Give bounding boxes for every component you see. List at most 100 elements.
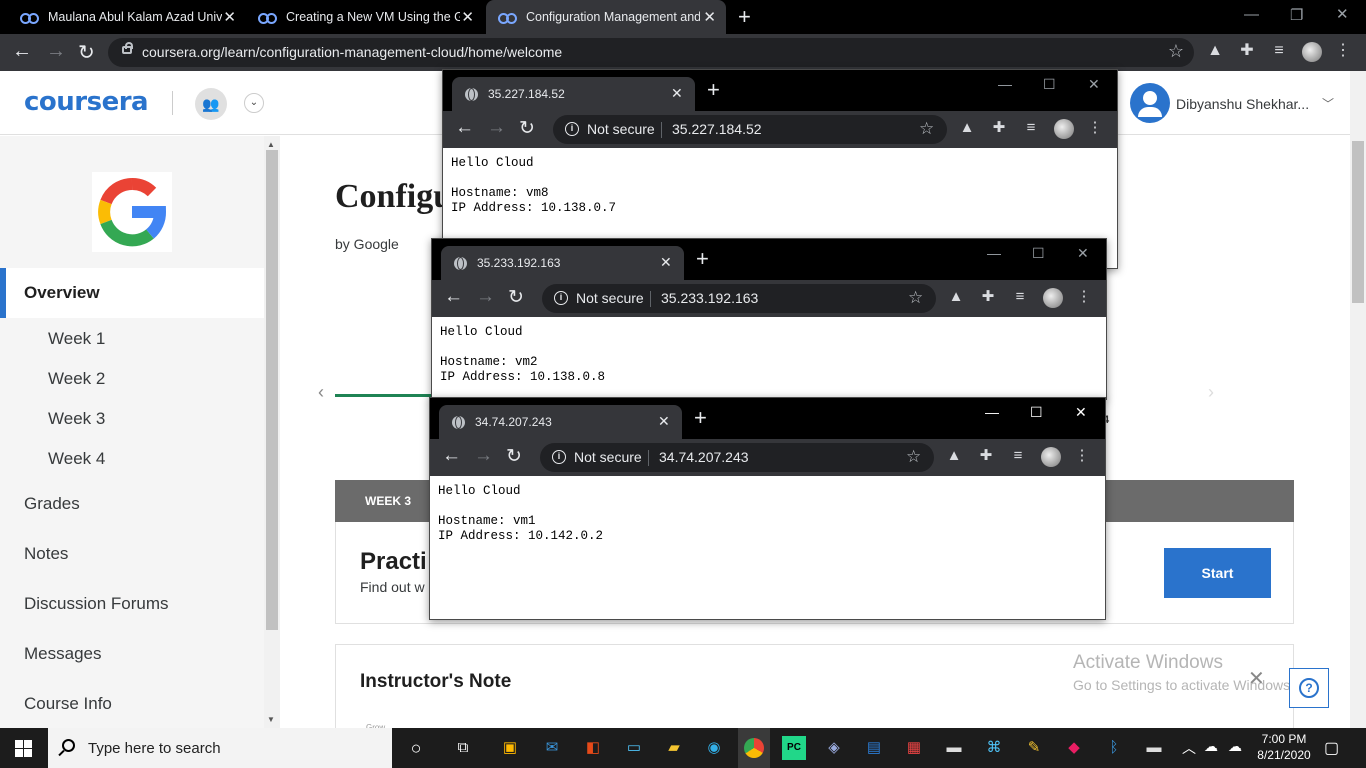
extensions-puzzle-icon[interactable]: ✚: [979, 288, 997, 306]
notifications-icon[interactable]: ▢: [1324, 738, 1339, 758]
media-queue-icon[interactable]: ≡: [1022, 119, 1040, 137]
menu-kebab-icon[interactable]: ⋮: [1075, 288, 1093, 306]
new-tab-button[interactable]: +: [707, 79, 720, 101]
minimize-window-icon[interactable]: —: [998, 76, 1012, 92]
menu-kebab-icon[interactable]: ⋮: [1073, 447, 1091, 465]
terminal-icon[interactable]: ▬: [942, 736, 966, 760]
bookmark-star-icon[interactable]: ☆: [906, 447, 921, 467]
profile-avatar[interactable]: [1041, 447, 1061, 467]
profile-avatar[interactable]: [1302, 42, 1322, 62]
new-tab-button[interactable]: +: [738, 4, 751, 30]
close-icon[interactable]: ✕: [1248, 666, 1265, 691]
minimize-window-icon[interactable]: —: [985, 404, 999, 420]
sidebar-scrollbar[interactable]: [264, 136, 280, 728]
reload-icon[interactable]: ↻: [519, 117, 535, 140]
browser-tab[interactable]: Maulana Abul Kalam Azad Univer ✕: [8, 0, 246, 34]
popup-window-vm2[interactable]: 35.233.192.163 ✕ + — ☐ ✕ ← → ↻ i Not sec…: [431, 238, 1107, 400]
extensions-puzzle-icon[interactable]: ✚: [1238, 42, 1256, 60]
scrollbar-thumb[interactable]: [1352, 141, 1364, 303]
reload-icon[interactable]: ↻: [78, 40, 95, 65]
sidebar-item-week-3[interactable]: Week 3: [48, 409, 105, 429]
sidebar-item-week-2[interactable]: Week 2: [48, 369, 105, 389]
sidebar-item-discussion-forums[interactable]: Discussion Forums: [24, 594, 169, 614]
sidebar-item-grades[interactable]: Grades: [24, 494, 80, 514]
git-icon[interactable]: ◆: [1062, 736, 1086, 760]
popup-tab[interactable]: 34.74.207.243 ✕: [439, 405, 682, 439]
back-icon[interactable]: ←: [12, 40, 32, 63]
chrome-taskbar-button[interactable]: [738, 728, 770, 768]
minimize-window-icon[interactable]: —: [1244, 6, 1259, 23]
restore-window-icon[interactable]: ❐: [1290, 6, 1303, 24]
reload-icon[interactable]: ↻: [508, 286, 524, 309]
media-queue-icon[interactable]: ≡: [1011, 288, 1029, 306]
reload-icon[interactable]: ↻: [506, 445, 522, 468]
forward-icon[interactable]: →: [487, 117, 506, 139]
sidebar-item-notes[interactable]: Notes: [24, 544, 68, 564]
back-icon[interactable]: ←: [444, 286, 463, 308]
bookmark-star-icon[interactable]: ☆: [908, 288, 923, 308]
back-icon[interactable]: ←: [442, 445, 461, 467]
chevron-down-icon[interactable]: ⌄: [244, 93, 264, 113]
cloud-upload-icon[interactable]: ☁: [1228, 738, 1242, 755]
menu-kebab-icon[interactable]: ⋮: [1334, 42, 1352, 60]
file-explorer-icon[interactable]: ▰: [662, 736, 686, 760]
popup-window-vm1[interactable]: 34.74.207.243 ✕ + — ☐ ✕ ← → ↻ i Not secu…: [429, 397, 1106, 620]
browser-tab[interactable]: Creating a New VM Using the GC ✕: [246, 0, 484, 34]
apps-icon[interactable]: ▦: [902, 736, 926, 760]
new-tab-button[interactable]: +: [694, 407, 707, 429]
drive-extension-icon[interactable]: ▲: [947, 288, 965, 306]
browser-tab-active[interactable]: Configuration Management and ✕: [486, 0, 726, 34]
console-icon[interactable]: ▬: [1142, 736, 1166, 760]
drive-extension-icon[interactable]: ▲: [1206, 42, 1224, 60]
close-tab-icon[interactable]: ✕: [223, 8, 236, 26]
back-icon[interactable]: ←: [455, 117, 474, 139]
help-button[interactable]: ?: [1289, 668, 1329, 708]
forward-icon[interactable]: →: [476, 286, 495, 308]
task-view-icon[interactable]: ⧉: [451, 736, 475, 760]
start-button[interactable]: Start: [1164, 548, 1271, 598]
maximize-window-icon[interactable]: ☐: [1043, 76, 1056, 93]
maximize-window-icon[interactable]: ☐: [1032, 245, 1045, 262]
pycharm-icon[interactable]: PC: [782, 736, 806, 760]
sidebar-item-course-info[interactable]: Course Info: [24, 694, 112, 714]
close-tab-icon[interactable]: ✕: [461, 8, 474, 26]
sidebar-item-overview[interactable]: Overview: [0, 268, 264, 318]
course-byline[interactable]: by Google: [335, 236, 399, 252]
network-app-icon[interactable]: ⌘: [982, 736, 1006, 760]
new-tab-button[interactable]: +: [696, 248, 709, 270]
address-bar[interactable]: i Not secure 35.233.192.163 ☆: [542, 284, 936, 313]
cortana-icon[interactable]: ○: [404, 736, 428, 760]
info-icon[interactable]: i: [554, 291, 568, 305]
store-icon[interactable]: ▣: [498, 736, 522, 760]
popup-tab[interactable]: 35.227.184.52 ✕: [452, 77, 695, 111]
sidebar-item-week-4[interactable]: Week 4: [48, 449, 105, 469]
extensions-puzzle-icon[interactable]: ✚: [990, 119, 1008, 137]
paint-icon[interactable]: ✎: [1022, 736, 1046, 760]
address-bar[interactable]: coursera.org/learn/configuration-managem…: [108, 38, 1194, 67]
user-name[interactable]: Dibyanshu Shekhar...: [1176, 96, 1309, 112]
sidebar-item-messages[interactable]: Messages: [24, 644, 101, 664]
forward-icon[interactable]: →: [474, 445, 493, 467]
media-queue-icon[interactable]: ≡: [1009, 447, 1027, 465]
extensions-puzzle-icon[interactable]: ✚: [977, 447, 995, 465]
onedrive-icon[interactable]: ☁: [1204, 738, 1218, 755]
media-queue-icon[interactable]: ≡: [1270, 42, 1288, 60]
address-bar[interactable]: i Not secure 35.227.184.52 ☆: [553, 115, 947, 144]
taskbar-search-input[interactable]: Type here to search: [48, 728, 392, 768]
carousel-right-icon[interactable]: ›: [1208, 382, 1214, 403]
close-tab-icon[interactable]: ✕: [660, 254, 672, 271]
scroll-up-icon[interactable]: ▲: [267, 140, 275, 149]
bookmark-star-icon[interactable]: ☆: [1168, 41, 1184, 62]
close-tab-icon[interactable]: ✕: [658, 413, 670, 430]
page-scrollbar[interactable]: [1350, 71, 1366, 728]
close-window-icon[interactable]: ✕: [1088, 76, 1100, 93]
scroll-down-icon[interactable]: ▼: [267, 715, 275, 724]
minimize-window-icon[interactable]: —: [987, 245, 1001, 261]
close-window-icon[interactable]: ✕: [1077, 245, 1089, 262]
user-avatar-icon[interactable]: [1130, 83, 1170, 123]
office-icon[interactable]: ◧: [581, 736, 605, 760]
mail-icon[interactable]: ✉: [540, 736, 564, 760]
show-hidden-icons-icon[interactable]: ︿: [1182, 738, 1196, 758]
drive-extension-icon[interactable]: ▲: [945, 447, 963, 465]
info-icon[interactable]: i: [565, 122, 579, 136]
